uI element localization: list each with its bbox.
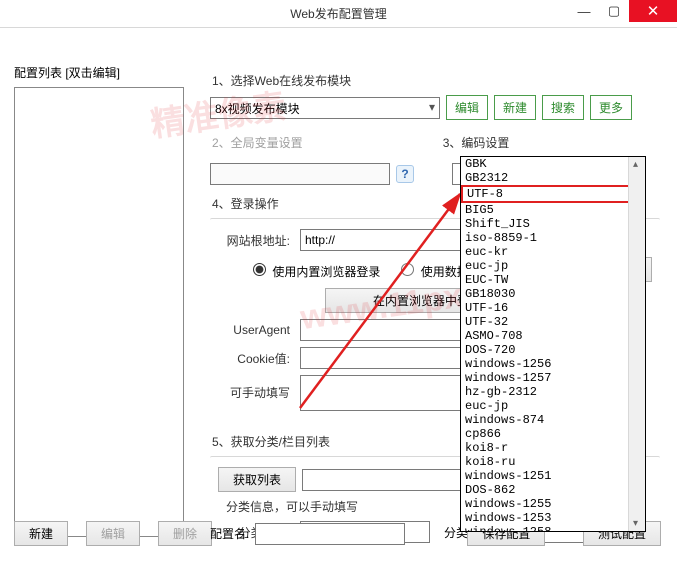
encoding-option[interactable]: DOS-862 bbox=[461, 483, 645, 497]
minimize-button[interactable]: — bbox=[569, 0, 599, 22]
config-list-label: 配置列表 [双击编辑] bbox=[14, 64, 194, 81]
category-info-label: 分类信息，可以手动填写 bbox=[226, 498, 358, 515]
encoding-option[interactable]: windows-1256 bbox=[461, 357, 645, 371]
global-var-input bbox=[210, 163, 390, 185]
encoding-option[interactable]: ASMO-708 bbox=[461, 329, 645, 343]
encoding-option[interactable]: koi8-r bbox=[461, 441, 645, 455]
config-name-label: 配置名: bbox=[210, 525, 249, 542]
section-3-label: 3、编码设置 bbox=[443, 134, 510, 151]
encoding-option[interactable]: UTF-32 bbox=[461, 315, 645, 329]
window-title: Web发布配置管理 bbox=[290, 5, 386, 22]
new-module-button[interactable]: 新建 bbox=[494, 95, 536, 120]
encoding-option[interactable]: hz-gb-2312 bbox=[461, 385, 645, 399]
encoding-option[interactable]: Shift_JIS bbox=[461, 217, 645, 231]
encoding-option[interactable]: DOS-720 bbox=[461, 343, 645, 357]
encoding-option[interactable]: euc-jp bbox=[461, 399, 645, 413]
encoding-option[interactable]: UTF-16 bbox=[461, 301, 645, 315]
encoding-option[interactable]: GBK bbox=[461, 157, 645, 171]
encoding-option[interactable]: windows-1255 bbox=[461, 497, 645, 511]
encoding-option[interactable]: euc-kr bbox=[461, 245, 645, 259]
encoding-option[interactable]: iso-8859-1 bbox=[461, 231, 645, 245]
encoding-option[interactable]: windows-1258 bbox=[461, 525, 645, 532]
config-listbox[interactable] bbox=[14, 87, 184, 537]
more-module-button[interactable]: 更多 bbox=[590, 95, 632, 120]
module-select[interactable]: 8x视频发布模块 bbox=[210, 97, 440, 119]
encoding-option[interactable]: windows-1257 bbox=[461, 371, 645, 385]
encoding-option[interactable]: cp866 bbox=[461, 427, 645, 441]
edit-module-button[interactable]: 编辑 bbox=[446, 95, 488, 120]
encoding-option[interactable]: UTF-8 bbox=[461, 185, 645, 203]
useragent-label: UserAgent bbox=[218, 323, 290, 337]
root-url-label: 网站根地址: bbox=[218, 232, 290, 249]
config-name-input[interactable] bbox=[255, 523, 405, 545]
encoding-option[interactable]: EUC-TW bbox=[461, 273, 645, 287]
encoding-option[interactable]: euc-jp bbox=[461, 259, 645, 273]
encoding-option[interactable]: windows-1251 bbox=[461, 469, 645, 483]
help-icon[interactable]: ? bbox=[396, 165, 414, 183]
section-2-label: 2、全局变量设置 bbox=[212, 134, 303, 151]
login-browser-radio[interactable]: 使用内置浏览器登录 bbox=[248, 260, 380, 280]
encoding-option[interactable]: GB18030 bbox=[461, 287, 645, 301]
manual-fill-label: 可手动填写 bbox=[218, 387, 290, 400]
encoding-dropdown-list[interactable]: GBKGB2312UTF-8BIG5Shift_JISiso-8859-1euc… bbox=[460, 156, 646, 532]
encoding-option[interactable]: windows-874 bbox=[461, 413, 645, 427]
edit-config-button[interactable]: 编辑 bbox=[86, 521, 140, 546]
encoding-option[interactable]: windows-1253 bbox=[461, 511, 645, 525]
titlebar: Web发布配置管理 — ▢ ✕ bbox=[0, 0, 677, 28]
delete-config-button[interactable]: 删除 bbox=[158, 521, 212, 546]
maximize-button[interactable]: ▢ bbox=[599, 0, 629, 22]
section-1-label: 1、选择Web在线发布模块 bbox=[212, 72, 660, 89]
scrollbar[interactable] bbox=[628, 157, 645, 531]
close-button[interactable]: ✕ bbox=[629, 0, 677, 22]
encoding-option[interactable]: koi8-ru bbox=[461, 455, 645, 469]
new-config-button[interactable]: 新建 bbox=[14, 521, 68, 546]
cookie-label: Cookie值: bbox=[218, 350, 290, 367]
encoding-option[interactable]: GB2312 bbox=[461, 171, 645, 185]
get-list-button[interactable]: 获取列表 bbox=[218, 467, 296, 492]
encoding-option[interactable]: BIG5 bbox=[461, 203, 645, 217]
search-module-button[interactable]: 搜索 bbox=[542, 95, 584, 120]
